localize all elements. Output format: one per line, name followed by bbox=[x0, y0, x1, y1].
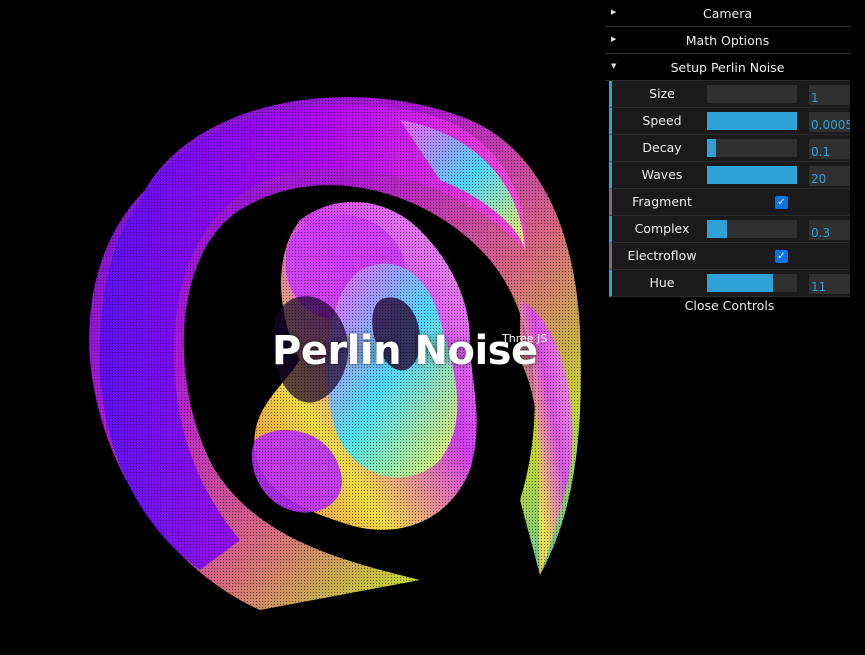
hue-slider[interactable] bbox=[707, 274, 797, 292]
page-title: Perlin Noise bbox=[272, 328, 538, 374]
chevron-right-icon: ▶ bbox=[611, 8, 617, 16]
waves-slider[interactable] bbox=[707, 166, 797, 184]
control-speed: Speed 0.0005 bbox=[609, 108, 850, 135]
complex-slider[interactable] bbox=[707, 220, 797, 238]
folder-label: Camera bbox=[702, 5, 753, 21]
electroflow-checkbox[interactable]: ✓ bbox=[775, 250, 788, 263]
decay-slider[interactable] bbox=[707, 139, 797, 157]
size-slider[interactable] bbox=[707, 85, 797, 103]
speed-slider[interactable] bbox=[707, 112, 797, 130]
chevron-down-icon: ▼ bbox=[611, 62, 617, 70]
slider-fill bbox=[707, 274, 773, 292]
controls-panel: ▶ Camera ▶ Math Options ▼ Setup Perlin N… bbox=[605, 0, 850, 319]
decay-input[interactable]: 0.1 bbox=[809, 139, 850, 159]
folder-label: Math Options bbox=[685, 32, 770, 48]
control-decay: Decay 0.1 bbox=[609, 135, 850, 162]
control-fragment: Fragment ✓ bbox=[609, 189, 850, 216]
slider-fill bbox=[707, 112, 797, 130]
control-label: Decay bbox=[642, 140, 682, 155]
control-hue: Hue 11 bbox=[609, 270, 850, 297]
control-label: Electroflow bbox=[627, 248, 697, 263]
control-label: Size bbox=[649, 86, 675, 101]
control-label: Fragment bbox=[632, 194, 692, 209]
fragment-checkbox[interactable]: ✓ bbox=[775, 196, 788, 209]
control-electroflow: Electroflow ✓ bbox=[609, 243, 850, 270]
chevron-right-icon: ▶ bbox=[611, 35, 617, 43]
close-controls-button[interactable]: Close Controls bbox=[609, 297, 850, 319]
control-label: Complex bbox=[634, 221, 690, 236]
size-input[interactable]: 1 bbox=[809, 85, 850, 105]
slider-fill bbox=[707, 166, 797, 184]
control-label: Speed bbox=[642, 113, 682, 128]
complex-input[interactable]: 0.3 bbox=[809, 220, 850, 240]
folder-setup-perlin-noise[interactable]: ▼ Setup Perlin Noise bbox=[605, 54, 850, 81]
slider-fill bbox=[707, 220, 727, 238]
control-waves: Waves 20 bbox=[609, 162, 850, 189]
folder-camera[interactable]: ▶ Camera bbox=[605, 0, 850, 27]
page-subtitle: Three JS bbox=[502, 332, 548, 345]
waves-input[interactable]: 20 bbox=[809, 166, 850, 186]
folder-label: Setup Perlin Noise bbox=[670, 59, 785, 75]
control-label: Waves bbox=[641, 167, 683, 182]
speed-input[interactable]: 0.0005 bbox=[809, 112, 850, 132]
control-size: Size 1 bbox=[609, 81, 850, 108]
control-label: Hue bbox=[649, 275, 675, 290]
folder-math-options[interactable]: ▶ Math Options bbox=[605, 27, 850, 54]
hue-input[interactable]: 11 bbox=[809, 274, 850, 294]
slider-fill bbox=[707, 139, 716, 157]
control-complex: Complex 0.3 bbox=[609, 216, 850, 243]
